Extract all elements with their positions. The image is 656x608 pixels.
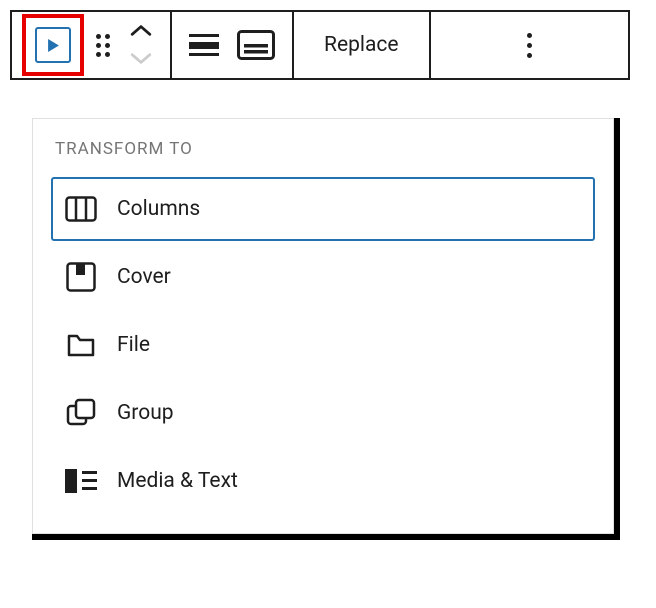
replace-button[interactable]: Replace [302,33,421,57]
dropdown-header: TRANSFORM TO [51,139,595,159]
more-options-button[interactable] [505,33,554,58]
chevron-down-icon [130,52,152,64]
drag-handle-icon [90,34,116,57]
media-text-icon [65,465,97,497]
transform-dropdown-wrapper: TRANSFORM TO Columns Cover [32,118,646,534]
move-down-button[interactable] [130,49,152,68]
transform-item-label: Cover [117,265,171,289]
drag-handle[interactable] [86,21,120,69]
transform-dropdown: TRANSFORM TO Columns Cover [32,118,614,534]
align-button[interactable] [180,21,228,69]
transform-item-media-text[interactable]: Media & Text [51,449,595,513]
transform-item-label: Media & Text [117,469,238,493]
file-icon [65,329,97,361]
align-icon [189,34,219,56]
toolbar-group-replace: Replace [294,12,431,78]
transform-item-label: File [117,333,150,357]
transform-item-label: Group [117,401,174,425]
caption-button[interactable] [228,21,284,69]
columns-icon [65,193,97,225]
video-block-icon [48,39,59,52]
toolbar-group-align [172,12,294,78]
toolbar-group-more [431,12,628,78]
transform-item-cover[interactable]: Cover [51,245,595,309]
more-vertical-icon [527,33,532,38]
group-icon [65,397,97,429]
caption-icon [237,30,275,60]
block-toolbar: Replace [10,10,630,80]
transform-item-columns[interactable]: Columns [51,177,595,241]
block-movers [120,22,162,68]
chevron-up-icon [130,25,152,37]
toolbar-group-block [12,12,172,78]
transform-item-label: Columns [117,197,200,221]
cover-icon [65,261,97,293]
block-type-button-highlight [22,14,84,76]
transform-item-file[interactable]: File [51,313,595,377]
move-up-button[interactable] [130,22,152,41]
transform-item-group[interactable]: Group [51,381,595,445]
block-type-button[interactable] [35,27,71,63]
